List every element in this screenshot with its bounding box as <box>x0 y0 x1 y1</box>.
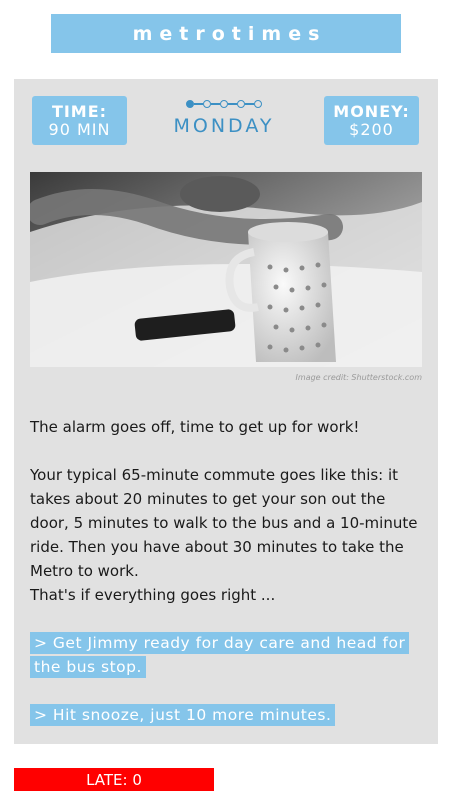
choice-get-jimmy-ready[interactable]: > Get Jimmy ready for day care and head … <box>30 631 420 679</box>
progress-dots <box>154 97 294 111</box>
money-value: $200 <box>349 119 394 139</box>
late-counter: LATE: 0 <box>14 768 214 791</box>
progress-dot <box>203 100 211 108</box>
progress-dot <box>186 100 194 108</box>
progress-dot <box>237 100 245 108</box>
image-credit: Image credit: Shutterstock.com <box>295 373 422 382</box>
story-line: The alarm goes off, time to get up for w… <box>30 418 360 436</box>
game-card: TIME: 90 MIN MONDAY MONEY: $200 Image cr… <box>14 79 438 744</box>
money-label: MONEY: <box>333 101 410 121</box>
time-label: TIME: <box>51 101 108 121</box>
time-value: 90 MIN <box>48 119 111 139</box>
choice-label[interactable]: > Get Jimmy ready for day care and head … <box>30 632 410 678</box>
day-label: MONDAY <box>173 115 275 137</box>
choice-hit-snooze[interactable]: > Hit snooze, just 10 more minutes. <box>30 703 336 727</box>
story-line: Your typical 65-minute commute goes like… <box>30 466 418 580</box>
progress-dot <box>254 100 262 108</box>
story-text: The alarm goes off, time to get up for w… <box>30 415 422 607</box>
day-progress: MONDAY <box>154 97 294 137</box>
alarm-photo <box>30 172 422 367</box>
money-badge: MONEY: $200 <box>324 96 419 145</box>
progress-dot <box>220 100 228 108</box>
choice-label[interactable]: > Hit snooze, just 10 more minutes. <box>30 704 336 726</box>
time-badge: TIME: 90 MIN <box>32 96 127 145</box>
story-line: That's if everything goes right ... <box>30 586 276 604</box>
bedroom-image <box>30 172 422 367</box>
metrotimes-logo: metrotimes <box>51 14 401 53</box>
